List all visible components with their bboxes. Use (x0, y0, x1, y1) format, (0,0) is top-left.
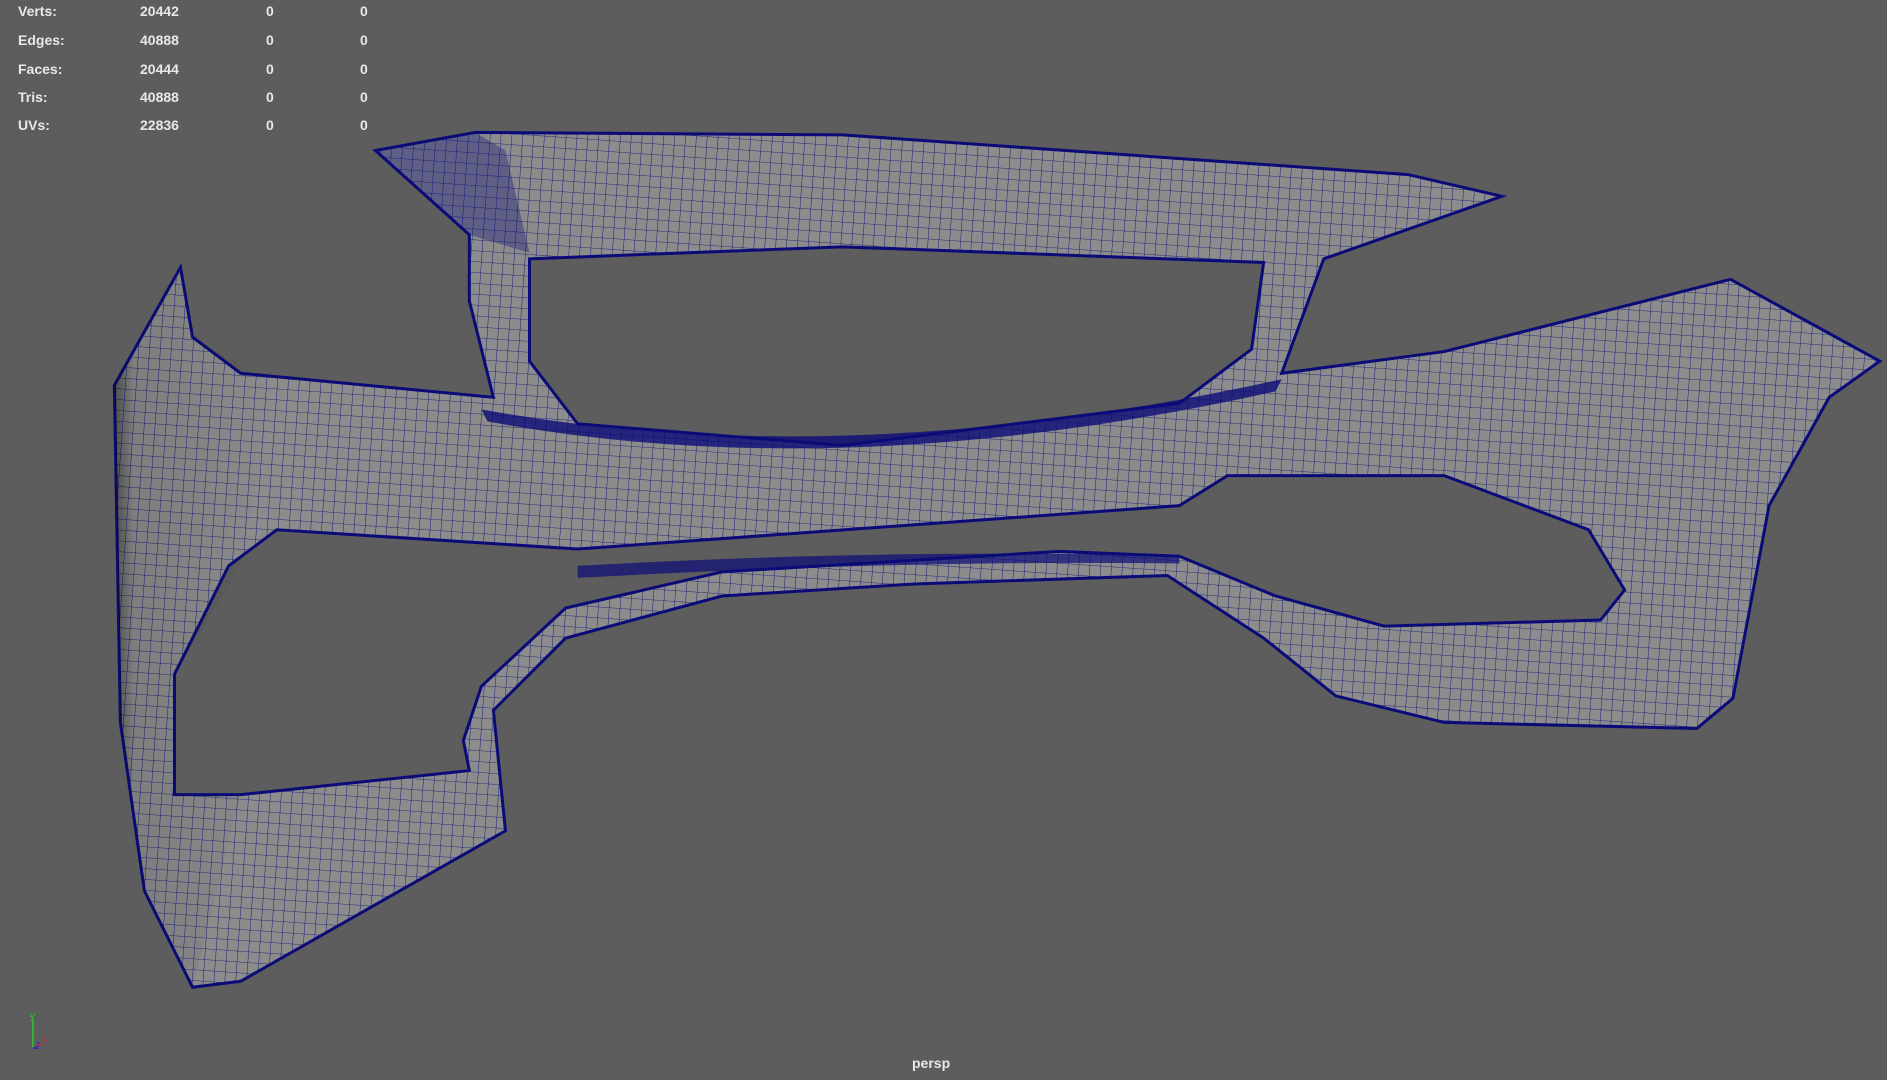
3d-viewport[interactable] (0, 0, 1887, 1080)
hud-value: 0 (360, 61, 368, 77)
axis-gizmo-icon: y x z (30, 1011, 47, 1049)
hud-row-verts: Verts: 20442 0 0 (0, 3, 400, 23)
hud-row-faces: Faces: 20444 0 0 (0, 61, 400, 81)
hud-value: 40888 (140, 32, 179, 48)
axis-x-label: x (42, 1035, 47, 1046)
hud-row-edges: Edges: 40888 0 0 (0, 32, 400, 52)
hud-value: 0 (360, 3, 368, 19)
axis-z-label: z (36, 1039, 41, 1049)
hud-value: 0 (360, 117, 368, 133)
hud-value: 40888 (140, 89, 179, 105)
hud-value: 0 (266, 89, 274, 105)
bumper-mesh[interactable] (112, 130, 1883, 989)
hud-label: UVs: (18, 117, 50, 133)
hud-value: 20442 (140, 3, 179, 19)
hud-value: 0 (266, 117, 274, 133)
hud-value: 0 (360, 32, 368, 48)
hud-value: 20444 (140, 61, 179, 77)
hud-row-uvs: UVs: 22836 0 0 (0, 117, 400, 137)
axis-y-label: y (30, 1011, 35, 1022)
hud-value: 0 (266, 3, 274, 19)
hud-label: Verts: (18, 3, 57, 19)
hud-row-tris: Tris: 40888 0 0 (0, 89, 400, 109)
hud-value: 0 (266, 61, 274, 77)
hud-label: Faces: (18, 61, 63, 77)
hud-label: Edges: (18, 32, 65, 48)
camera-label: persp (912, 1055, 951, 1071)
hud-label: Tris: (18, 89, 48, 105)
hud-value: 0 (266, 32, 274, 48)
hud-value: 22836 (140, 117, 179, 133)
hud-value: 0 (360, 89, 368, 105)
